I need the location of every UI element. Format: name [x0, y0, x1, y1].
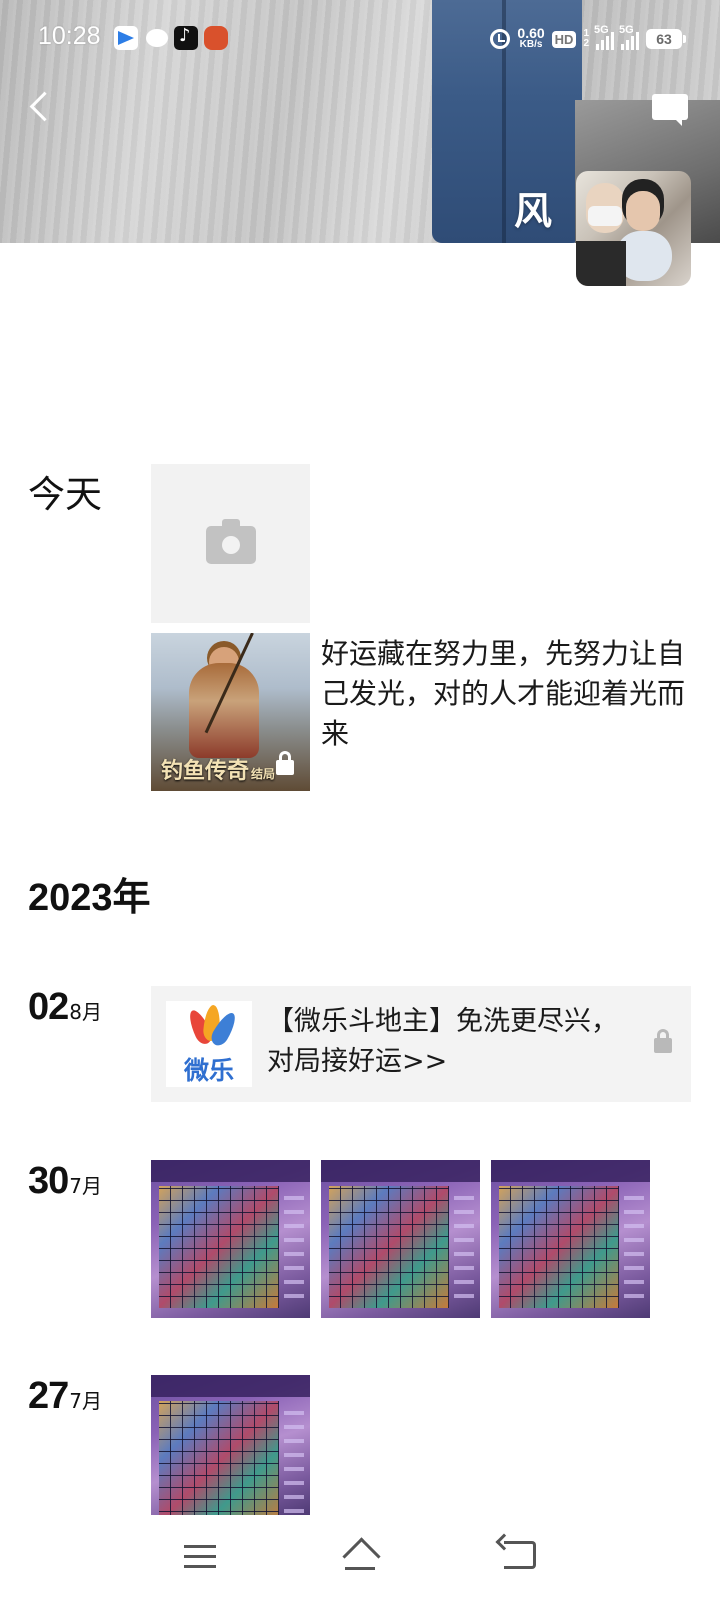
shared-link-card[interactable]: 微乐 【微乐斗地主】免洗更尽兴，对局接好运>> — [151, 986, 691, 1102]
status-indicators: 0.60 KB/s HD 1 2 5G 5G 63 — [490, 24, 686, 52]
tiktok-app-icon — [174, 25, 198, 50]
post-thumbnail[interactable]: 钓鱼传奇 结局 — [151, 633, 310, 791]
year-label: 2023年 — [28, 877, 151, 919]
chat-app-icon — [146, 29, 168, 47]
post-image-row — [151, 1375, 310, 1515]
game-app-icon — [204, 26, 228, 50]
home-icon[interactable] — [340, 1539, 380, 1573]
network-speed: 0.60 KB/s — [517, 25, 545, 50]
post-image[interactable] — [151, 1375, 310, 1515]
alarm-icon — [490, 29, 511, 49]
date-today-label: 今天 — [28, 473, 102, 516]
profile-name[interactable]: 风 — [514, 180, 552, 235]
post-date: 27 7月 — [28, 1375, 103, 1417]
weile-logo-icon: 微乐 — [166, 1001, 252, 1087]
post-date: 30 7月 — [28, 1160, 103, 1202]
back-arrow-icon[interactable] — [20, 86, 60, 126]
avatar[interactable] — [576, 171, 691, 286]
return-icon[interactable] — [504, 1541, 536, 1569]
post-image-row — [151, 1160, 650, 1318]
status-bar: 10:28 0.60 KB/s HD 1 2 5G 5G 63 — [0, 18, 720, 58]
post-text[interactable]: 好运藏在努力里，先努力让自己发光，对的人才能迎着光而来 — [321, 634, 691, 754]
thumbnail-game-title: 钓鱼传奇 结局 — [161, 758, 276, 784]
new-post-camera-tile[interactable] — [151, 464, 310, 623]
post-image[interactable] — [151, 1160, 310, 1318]
post-image[interactable] — [491, 1160, 650, 1318]
signal-icon-sim2: 5G — [619, 24, 639, 50]
shared-link-text: 【微乐斗地主】免洗更尽兴，对局接好运>> — [267, 1006, 618, 1077]
send-app-icon — [114, 26, 138, 50]
signal-icon-sim1: 5G — [594, 24, 614, 50]
post-image[interactable] — [321, 1160, 480, 1318]
post-date: 02 8月 — [28, 986, 103, 1028]
menu-icon[interactable] — [184, 1545, 216, 1569]
lock-icon — [276, 751, 294, 775]
camera-icon — [206, 519, 256, 564]
system-navigation-bar — [0, 1515, 720, 1600]
battery-icon: 63 — [646, 29, 686, 49]
message-icon[interactable] — [650, 90, 690, 130]
sim-indicator: 1 2 — [583, 28, 589, 49]
status-time: 10:28 — [38, 22, 101, 50]
lock-icon — [654, 1029, 672, 1053]
hd-voice-badge: HD — [551, 30, 577, 48]
